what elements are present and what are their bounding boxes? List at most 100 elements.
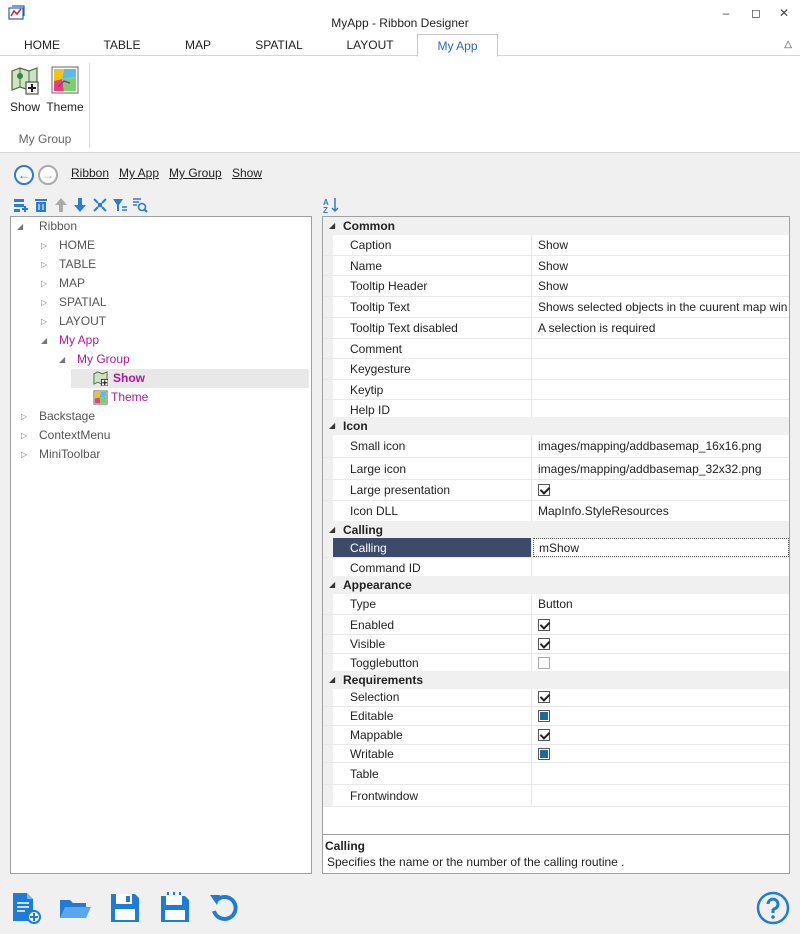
collapse-all-icon[interactable]: [92, 197, 108, 213]
category-appearance[interactable]: ◢ Appearance: [323, 576, 789, 594]
prop-row-writable[interactable]: Writable: [323, 745, 789, 763]
prop-row-comment[interactable]: Comment: [323, 339, 789, 359]
prop-value-name[interactable]: Show: [533, 256, 789, 275]
prop-value-tooltip-text[interactable]: Shows selected objects in the cuurent ma…: [533, 297, 789, 317]
refresh-icon[interactable]: [208, 891, 242, 925]
tab-table[interactable]: TABLE: [94, 34, 150, 56]
mappable-checkbox[interactable]: [538, 729, 550, 741]
prop-value-type[interactable]: Button: [533, 594, 789, 614]
breadcrumb-ribbon[interactable]: Ribbon: [71, 166, 109, 180]
visible-checkbox[interactable]: [538, 638, 550, 650]
tree-node-home[interactable]: ▷ HOME: [37, 236, 95, 255]
category-icon[interactable]: ◢ Icon: [323, 417, 789, 435]
prop-row-frontwindow[interactable]: Frontwindow: [323, 785, 789, 807]
close-button[interactable]: ✕: [777, 6, 791, 20]
prop-row-visible[interactable]: Visible: [323, 635, 789, 654]
tree-collapsed-icon[interactable]: ▷: [41, 255, 47, 274]
tree-node-theme[interactable]: Theme: [71, 388, 148, 407]
enabled-checkbox[interactable]: [538, 618, 550, 631]
prop-row-tooltip-disabled[interactable]: Tooltip Text disabled A selection is req…: [323, 318, 789, 339]
prop-value-command-id[interactable]: [533, 558, 789, 577]
prop-row-tooltip-header[interactable]: Tooltip Header Show: [323, 276, 789, 297]
tree-node-table[interactable]: ▷ TABLE: [37, 255, 96, 274]
filter-icon[interactable]: [112, 197, 128, 213]
tree-collapsed-icon[interactable]: ▷: [21, 445, 27, 464]
tree-collapsed-icon[interactable]: ▷: [41, 274, 47, 293]
category-calling[interactable]: ◢ Calling: [323, 521, 789, 539]
tree-expanded-icon[interactable]: ◢: [59, 350, 65, 369]
move-down-icon[interactable]: [72, 197, 88, 213]
category-requirements[interactable]: ◢ Requirements: [323, 671, 789, 689]
tree-collapsed-icon[interactable]: ▷: [41, 236, 47, 255]
prop-row-keytip[interactable]: Keytip: [323, 380, 789, 400]
prop-row-command-id[interactable]: Command ID: [323, 558, 789, 578]
tree-node-map[interactable]: ▷ MAP: [37, 274, 85, 293]
prop-row-calling[interactable]: Calling mShow: [323, 538, 789, 558]
tree-expanded-icon[interactable]: ◢: [41, 331, 47, 350]
prop-row-table[interactable]: Table: [323, 763, 789, 785]
prop-value-comment[interactable]: [533, 339, 789, 358]
tree-node-contextmenu[interactable]: ▷ ContextMenu: [17, 426, 110, 445]
tab-map[interactable]: MAP: [172, 34, 224, 56]
tree-collapsed-icon[interactable]: ▷: [21, 407, 27, 426]
prop-row-mappable[interactable]: Mappable: [323, 726, 789, 745]
tab-home[interactable]: HOME: [14, 34, 70, 56]
new-file-icon[interactable]: [8, 891, 42, 925]
expanded-icon[interactable]: ◢: [329, 521, 335, 539]
prop-row-type[interactable]: Type Button: [323, 594, 789, 615]
prop-row-selection[interactable]: Selection: [323, 688, 789, 707]
tab-layout[interactable]: LAYOUT: [338, 34, 402, 56]
prop-value-tooltip-header[interactable]: Show: [533, 276, 789, 296]
save-icon[interactable]: [108, 891, 142, 925]
ribbon-theme-button[interactable]: Theme: [46, 65, 84, 114]
search-list-icon[interactable]: [132, 197, 148, 213]
large-presentation-checkbox[interactable]: [538, 484, 550, 496]
tree-collapsed-icon[interactable]: ▷: [21, 426, 27, 445]
expanded-icon[interactable]: ◢: [329, 576, 335, 594]
prop-row-caption[interactable]: Caption Show: [323, 235, 789, 256]
prop-row-large-presentation[interactable]: Large presentation: [323, 480, 789, 501]
togglebutton-checkbox[interactable]: [538, 656, 550, 669]
tree-node-ribbon[interactable]: ◢ Ribbon: [17, 217, 77, 236]
prop-value-small-icon[interactable]: images/mapping/addbasemap_16x16.png: [533, 435, 789, 457]
breadcrumb-show[interactable]: Show: [232, 166, 262, 180]
maximize-button[interactable]: ◻: [749, 6, 763, 20]
minimize-button[interactable]: –: [719, 6, 733, 20]
forward-arrow-icon[interactable]: →: [38, 165, 58, 185]
tree-node-layout[interactable]: ▷ LAYOUT: [37, 312, 106, 331]
prop-value-frontwindow[interactable]: [533, 785, 789, 806]
prop-row-name[interactable]: Name Show: [323, 256, 789, 276]
ribbon-show-button[interactable]: Show: [8, 65, 42, 114]
open-folder-icon[interactable]: [58, 891, 92, 925]
prop-row-small-icon[interactable]: Small icon images/mapping/addbasemap_16x…: [323, 435, 789, 458]
tree-collapsed-icon[interactable]: ▷: [41, 293, 47, 312]
prop-value-tooltip-disabled[interactable]: A selection is required: [533, 318, 789, 338]
breadcrumb-my-group[interactable]: My Group: [169, 166, 222, 180]
collapse-ribbon-icon[interactable]: △: [784, 39, 792, 50]
prop-value-large-icon[interactable]: images/mapping/addbasemap_32x32.png: [533, 458, 789, 479]
save-as-icon[interactable]: [158, 891, 192, 925]
prop-value-calling[interactable]: mShow: [533, 538, 789, 557]
tree-node-minitoolbar[interactable]: ▷ MiniToolbar: [17, 445, 100, 464]
category-common[interactable]: ◢ Common: [323, 217, 789, 235]
help-icon[interactable]: [756, 891, 790, 925]
tree-expanded-icon[interactable]: ◢: [17, 217, 23, 236]
tree-node-my-app[interactable]: ◢ My App: [37, 331, 99, 350]
prop-value-keygesture[interactable]: [533, 359, 789, 379]
tree-collapsed-icon[interactable]: ▷: [41, 312, 47, 331]
prop-value-icon-dll[interactable]: MapInfo.StyleResources: [533, 501, 789, 521]
move-up-icon[interactable]: [53, 197, 69, 213]
writable-checkbox[interactable]: [538, 747, 550, 760]
expanded-icon[interactable]: ◢: [329, 417, 335, 435]
tree-node-my-group[interactable]: ◢ My Group: [55, 350, 130, 369]
prop-row-large-icon[interactable]: Large icon images/mapping/addbasemap_32x…: [323, 458, 789, 480]
prop-row-togglebutton[interactable]: Togglebutton: [323, 654, 789, 672]
tab-my-app[interactable]: My App: [417, 34, 498, 57]
prop-value-caption[interactable]: Show: [533, 235, 789, 255]
prop-row-enabled[interactable]: Enabled: [323, 615, 789, 635]
tree-node-backstage[interactable]: ▷ Backstage: [17, 407, 95, 426]
back-arrow-icon[interactable]: ←: [14, 165, 34, 185]
add-item-icon[interactable]: [13, 197, 29, 213]
selection-checkbox[interactable]: [538, 691, 550, 703]
prop-row-editable[interactable]: Editable: [323, 707, 789, 726]
